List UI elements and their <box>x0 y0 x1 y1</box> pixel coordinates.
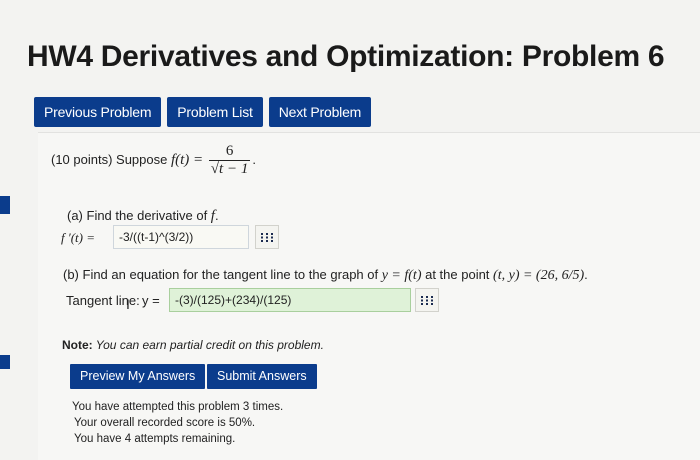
note-text: You can earn partial credit on this prob… <box>92 338 324 352</box>
note: Note: You can earn partial credit on thi… <box>62 338 324 352</box>
submit-answers-button[interactable]: Submit Answers <box>207 364 317 389</box>
previous-problem-button[interactable]: Previous Problem <box>34 97 162 127</box>
grid-icon <box>421 295 433 305</box>
part-b-label: (b) Find an equation for the tangent lin… <box>63 267 588 284</box>
intro-prefix: (10 points) Suppose <box>51 151 171 167</box>
part-b-mid: at the point <box>421 267 494 282</box>
problem-list-button[interactable]: Problem List <box>167 97 263 127</box>
part-b-text: (b) Find an equation for the tangent lin… <box>63 267 382 282</box>
part-b-answer-field[interactable]: -(3)/(125)+(234)/(125) <box>169 288 411 312</box>
part-a-text: (a) Find the derivative of <box>67 208 211 223</box>
grid-icon <box>261 232 273 242</box>
function-fraction: 6 √t − 1 <box>208 143 251 178</box>
problem-statement: (10 points) Suppose f(t) = 6 √t − 1 . <box>51 143 256 178</box>
fraction-numerator: 6 <box>225 143 234 159</box>
next-problem-button[interactable]: Next Problem <box>268 97 372 127</box>
score-status: Your overall recorded score is 50%. <box>74 417 256 429</box>
side-accent-top <box>0 196 10 214</box>
part-b-end: . <box>584 267 588 282</box>
text-cursor-icon: I <box>126 296 130 312</box>
part-a-matrix-button[interactable] <box>255 225 279 249</box>
remaining-status: You have 4 attempts remaining. <box>74 433 236 445</box>
part-b-answer-lhs: y = <box>142 293 160 308</box>
problem-nav: Previous Problem Problem List Next Probl… <box>34 97 372 127</box>
part-a-end: . <box>214 208 219 223</box>
preview-answers-button[interactable]: Preview My Answers <box>70 364 206 389</box>
fraction-denominator: √t − 1 <box>208 160 251 177</box>
part-b-math: y = f(t) <box>381 268 422 283</box>
fraction-denominator-radicand: t − 1 <box>219 161 249 177</box>
part-b-matrix-button[interactable] <box>415 288 439 312</box>
part-a-answer-field[interactable]: -3/((t-1)^(3/2)) <box>113 225 249 249</box>
function-lhs: f(t) = <box>170 151 204 168</box>
page-title: HW4 Derivatives and Optimization: Proble… <box>27 40 665 73</box>
side-accent-bottom <box>0 355 10 369</box>
note-label: Note: <box>62 338 93 352</box>
intro-suffix: . <box>252 151 256 167</box>
attempts-status: You have attempted this problem 3 times. <box>72 401 284 413</box>
part-a-label: (a) Find the derivative of f. <box>67 208 219 225</box>
part-b-point: (t, y) = (26, 6/5) <box>493 268 585 283</box>
part-a-answer-lhs: f ′(t) = <box>61 230 95 245</box>
